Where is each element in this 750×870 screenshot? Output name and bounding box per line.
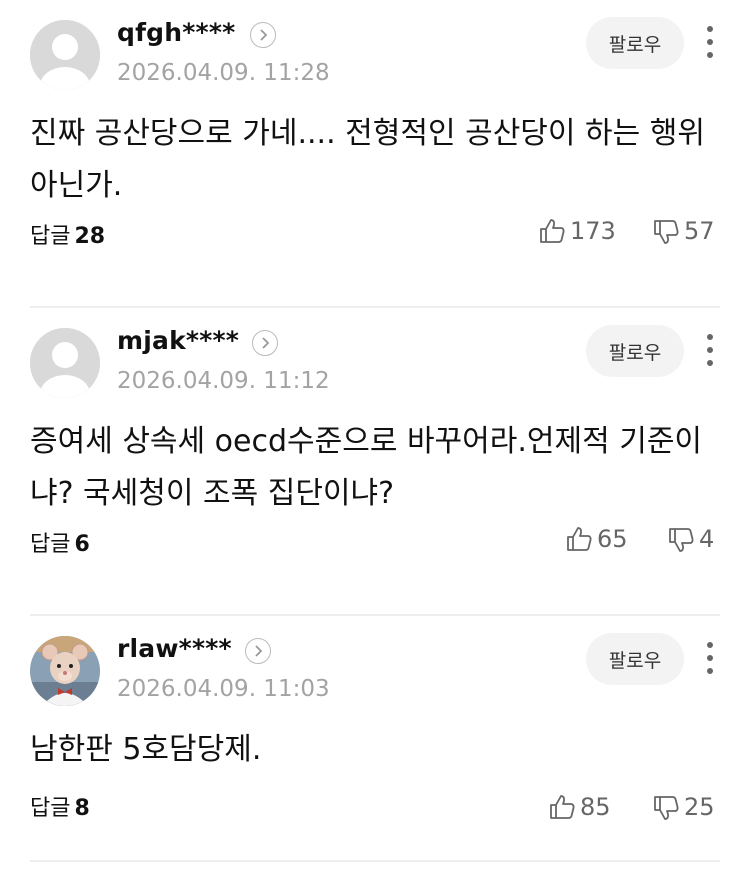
thumbs-down-icon: [669, 528, 694, 552]
comment-date: 2026.04.09. 11:03: [117, 676, 330, 702]
dislike-count: 57: [684, 217, 715, 245]
like-count: 173: [570, 217, 616, 245]
chevron-right-icon[interactable]: [252, 330, 278, 356]
avatar[interactable]: [30, 328, 100, 398]
reply-button[interactable]: 답글 6: [30, 526, 90, 558]
dislike-button[interactable]: 4: [667, 522, 714, 556]
avatar[interactable]: [30, 20, 100, 90]
dislike-count: 4: [699, 525, 715, 553]
comment-item: qfgh**** 2026.04.09. 11:28 팔로우 진짜 공산당으로 …: [0, 0, 750, 308]
thumbs-down-icon: [654, 220, 679, 244]
like-count: 85: [580, 793, 611, 821]
reply-label: 답글: [30, 532, 71, 557]
more-vertical-icon[interactable]: [699, 638, 721, 678]
reply-button[interactable]: 답글 28: [30, 218, 105, 250]
avatar[interactable]: [30, 636, 100, 706]
reply-count: 28: [74, 224, 106, 249]
more-vertical-icon[interactable]: [699, 22, 721, 62]
follow-button[interactable]: 팔로우: [586, 17, 684, 69]
dislike-button[interactable]: 25: [652, 790, 715, 824]
like-button[interactable]: 65: [565, 522, 628, 556]
like-count: 65: [597, 525, 628, 553]
comment-text: 진짜 공산당으로 가네.... 전형적인 공산당이 하는 행위아닌가.: [30, 116, 705, 203]
comment-text: 남한판 5호담당제.: [30, 732, 262, 767]
thumbs-up-icon: [540, 219, 565, 243]
username[interactable]: qfgh****: [117, 18, 235, 47]
divider: [30, 860, 720, 862]
reply-button[interactable]: 답글 8: [30, 790, 90, 822]
follow-button[interactable]: 팔로우: [586, 325, 684, 377]
comment-item: mjak**** 2026.04.09. 11:12 팔로우 증여세 상속세 o…: [0, 308, 750, 616]
reply-label: 답글: [30, 796, 71, 821]
reply-count: 8: [74, 796, 90, 821]
dislike-button[interactable]: 57: [652, 214, 715, 248]
comment-text: 증여세 상속세 oecd수준으로 바꾸어라.언제적 기준이냐? 국세청이 조폭 …: [30, 424, 703, 511]
like-button[interactable]: 173: [538, 214, 616, 248]
like-button[interactable]: 85: [548, 790, 611, 824]
comment-date: 2026.04.09. 11:28: [117, 60, 330, 86]
comment-item: rlaw**** 2026.04.09. 11:03 팔로우 남한판 5호담당제…: [0, 616, 750, 870]
username[interactable]: mjak****: [117, 326, 239, 355]
reply-label: 답글: [30, 224, 71, 249]
more-vertical-icon[interactable]: [699, 330, 721, 370]
thumbs-up-icon: [550, 795, 575, 819]
thumbs-down-icon: [654, 796, 679, 820]
comment-date: 2026.04.09. 11:12: [117, 368, 330, 394]
thumbs-up-icon: [567, 527, 592, 551]
dislike-count: 25: [684, 793, 715, 821]
reply-count: 6: [74, 532, 90, 557]
follow-button[interactable]: 팔로우: [586, 633, 684, 685]
username[interactable]: rlaw****: [117, 634, 232, 663]
chevron-right-icon[interactable]: [245, 638, 271, 664]
chevron-right-icon[interactable]: [250, 22, 276, 48]
